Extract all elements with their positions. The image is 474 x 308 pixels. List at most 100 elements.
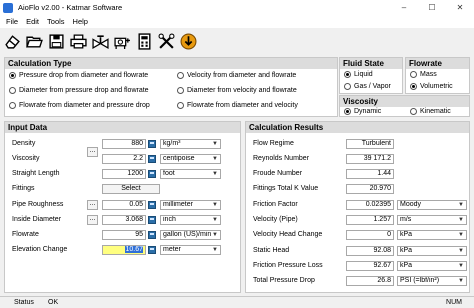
- chevron-down-icon: ▼: [458, 202, 464, 208]
- unit-text: m/s: [400, 216, 412, 223]
- calc-type-option-0[interactable]: Pressure drop from diameter and flowrate: [9, 72, 148, 79]
- viscosity-type-dynamic[interactable]: Dynamic: [344, 108, 381, 115]
- froude-value: 1.44: [346, 169, 394, 179]
- radio-button[interactable]: [344, 83, 351, 90]
- tools-icon[interactable]: [157, 32, 176, 51]
- velocity-pipe-unit-select[interactable]: m/s ▼: [397, 215, 467, 225]
- radio-button[interactable]: [344, 71, 351, 78]
- calc-type-option-3[interactable]: Diameter from velocity and flowrate: [177, 87, 297, 94]
- radio-button[interactable]: [9, 72, 16, 79]
- download-icon[interactable]: [179, 32, 198, 51]
- minimize-button[interactable]: –: [390, 0, 418, 16]
- menu-bar: File Edit Tools Help: [0, 16, 474, 28]
- fluid-state-liquid[interactable]: Liquid: [344, 71, 373, 78]
- radio-button[interactable]: [9, 87, 16, 94]
- radio-button[interactable]: [410, 83, 417, 90]
- straight-length-calculator-icon[interactable]: [148, 170, 156, 178]
- chevron-down-icon: ▼: [212, 232, 218, 238]
- radio-button[interactable]: [9, 102, 16, 109]
- viscosity-type-kinematic[interactable]: Kinematic: [410, 108, 451, 115]
- option-label: Velocity from diameter and flowrate: [187, 72, 297, 79]
- chevron-down-icon: ▼: [212, 156, 218, 162]
- calc-type-option-2[interactable]: Diameter from pressure drop and flowrate: [9, 87, 149, 94]
- calculator-icon[interactable]: [135, 32, 154, 51]
- inside-diameter-input[interactable]: 3.068: [102, 215, 146, 225]
- elevation-change-input[interactable]: 10.67: [102, 245, 146, 255]
- option-label: Flowrate from diameter and pressure drop: [19, 102, 150, 109]
- unit-text: kg/m³: [163, 140, 181, 147]
- straight-length-input[interactable]: 1200: [102, 169, 146, 179]
- density-unit-select[interactable]: kg/m³ ▼: [160, 139, 221, 149]
- inside-diameter-unit-select[interactable]: inch ▼: [160, 215, 221, 225]
- flowrate-unit-select[interactable]: gallon (US)/min ▼: [160, 230, 221, 240]
- chevron-down-icon: ▼: [458, 232, 464, 238]
- density-calculator-icon[interactable]: [148, 140, 156, 148]
- elevation-change-unit-select[interactable]: meter ▼: [160, 245, 221, 255]
- menu-edit[interactable]: Edit: [22, 16, 43, 28]
- open-folder-icon[interactable]: [25, 32, 44, 51]
- print-icon[interactable]: [69, 32, 88, 51]
- menu-tools[interactable]: Tools: [43, 16, 69, 28]
- chevron-down-icon: ▼: [212, 171, 218, 177]
- inside-diameter-lookup-button[interactable]: ...: [87, 215, 98, 225]
- window-title: AioFlo v2.00 - Katmar Software: [18, 3, 123, 12]
- unit-text: kPa: [400, 231, 413, 238]
- close-button[interactable]: ✕: [446, 0, 474, 16]
- static-head-unit-select[interactable]: kPa ▼: [397, 246, 467, 256]
- chevron-down-icon: ▼: [458, 217, 464, 223]
- elevation-change-calculator-icon[interactable]: [148, 246, 156, 254]
- flowrate-input[interactable]: 95: [102, 230, 146, 240]
- flowrate-calculator-icon[interactable]: [148, 231, 156, 239]
- menu-file[interactable]: File: [2, 16, 22, 28]
- option-label: Dynamic: [354, 108, 382, 115]
- radio-button[interactable]: [177, 72, 184, 79]
- radio-button[interactable]: [410, 71, 417, 78]
- maximize-button[interactable]: ☐: [418, 0, 446, 16]
- pipe-roughness-input[interactable]: 0.05: [102, 200, 146, 210]
- option-label: Flowrate from diameter and velocity: [187, 102, 298, 109]
- radio-button[interactable]: [344, 108, 351, 115]
- velocity-head-change-unit-select[interactable]: kPa ▼: [397, 230, 467, 240]
- density-input[interactable]: 880: [102, 139, 146, 149]
- option-label: Volumetric: [420, 83, 453, 90]
- chevron-down-icon: ▼: [212, 217, 218, 223]
- radio-button[interactable]: [177, 87, 184, 94]
- inside-diameter-calculator-icon[interactable]: [148, 216, 156, 224]
- calculation-type-panel: Calculation Type Pressure drop from diam…: [4, 57, 338, 117]
- calc-type-option-1[interactable]: Velocity from diameter and flowrate: [177, 72, 296, 79]
- save-disk-icon[interactable]: [47, 32, 66, 51]
- pump-icon[interactable]: [113, 32, 132, 51]
- total-pressure-drop-label: Total Pressure Drop: [253, 277, 315, 284]
- fittings-select-button[interactable]: Select: [102, 184, 160, 194]
- pipe-roughness-unit-select[interactable]: millimeter ▼: [160, 200, 221, 210]
- friction-factor-type-select[interactable]: Moody ▼: [397, 200, 467, 210]
- viscosity-calculator-icon[interactable]: [148, 155, 156, 163]
- radio-button[interactable]: [410, 108, 417, 115]
- flowrate-type-mass[interactable]: Mass: [410, 71, 437, 78]
- unit-text: millimeter: [163, 201, 193, 208]
- fittings-k-label: Fittings Total K Value: [253, 185, 319, 192]
- menu-help[interactable]: Help: [69, 16, 92, 28]
- total-pressure-drop-unit-select[interactable]: PSI (=lbf/in²) ▼: [397, 276, 467, 286]
- pipe-roughness-label: Pipe Roughness: [12, 201, 64, 208]
- froude-label: Froude Number: [253, 170, 303, 177]
- eraser-icon[interactable]: [3, 32, 22, 51]
- num-lock-indicator: NUM: [446, 299, 462, 306]
- density-lookup-button[interactable]: ...: [87, 147, 98, 157]
- friction-factor-value: 0.02395: [346, 200, 394, 210]
- friction-pressure-loss-unit-select[interactable]: kPa ▼: [397, 261, 467, 271]
- radio-button[interactable]: [177, 102, 184, 109]
- viscosity-input[interactable]: 2.2: [102, 154, 146, 164]
- viscosity-unit-select[interactable]: centipoise ▼: [160, 154, 221, 164]
- pipe-roughness-calculator-icon[interactable]: [148, 201, 156, 209]
- calculation-results-panel: Calculation Results Flow Regime Turbulen…: [245, 121, 470, 293]
- pipe-roughness-lookup-button[interactable]: ...: [87, 200, 98, 210]
- flowrate-type-title: Flowrate: [406, 58, 469, 69]
- straight-length-unit-select[interactable]: foot ▼: [160, 169, 221, 179]
- friction-pressure-loss-label: Friction Pressure Loss: [253, 262, 323, 269]
- calc-type-option-5[interactable]: Flowrate from diameter and velocity: [177, 102, 298, 109]
- flowrate-type-volumetric[interactable]: Volumetric: [410, 83, 453, 90]
- fluid-state-gas[interactable]: Gas / Vapor: [344, 83, 391, 90]
- valve-icon[interactable]: [91, 32, 110, 51]
- calc-type-option-4[interactable]: Flowrate from diameter and pressure drop: [9, 102, 150, 109]
